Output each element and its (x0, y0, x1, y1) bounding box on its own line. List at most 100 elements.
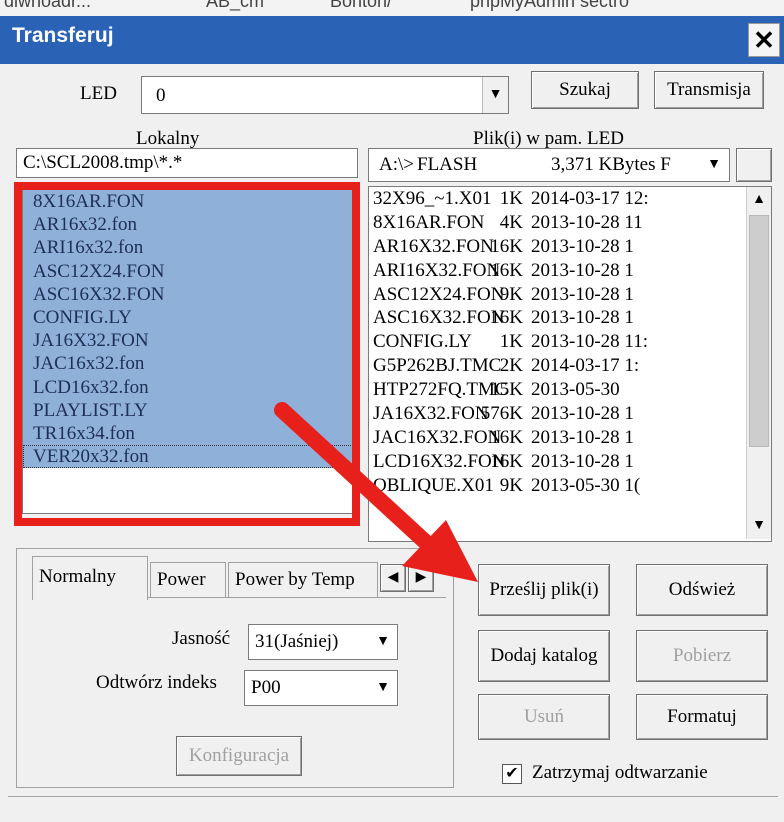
file-date: 2013-10-28 1 (531, 235, 634, 257)
local-heading: Lokalny (136, 128, 200, 149)
close-button[interactable]: ✕ (748, 23, 780, 57)
led-list-scrollbar[interactable]: ▲ ▼ (746, 187, 771, 539)
file-name: G5P262BJ.TMC (373, 355, 502, 377)
table-row[interactable]: JAC16X32.FON 16K 2013-10-28 1 (369, 426, 771, 450)
file-name: ASC16X32.FON (373, 307, 505, 329)
table-row[interactable]: ASC12X24.FON 9K 2013-10-28 1 (369, 283, 771, 307)
file-date: 2013-10-28 1 (531, 307, 634, 329)
table-row[interactable]: G5P262BJ.TMC 2K 2014-03-17 1: (369, 354, 771, 378)
stop-playback-checkbox[interactable]: ✔ (502, 764, 522, 784)
led-select[interactable]: 0 (141, 76, 509, 114)
file-size: 576K (480, 403, 523, 425)
file-date: 2013-05-30 (531, 379, 620, 401)
file-date: 2013-05-30 1( (531, 474, 641, 496)
file-name: 8X16AR.FON (373, 211, 485, 233)
file-name: HTP272FQ.TMC (373, 379, 508, 401)
file-size: 9K (499, 474, 523, 496)
file-date: 2014-03-17 1: (531, 355, 640, 377)
table-row[interactable]: HTP272FQ.TMC 15K 2013-05-30 (369, 378, 771, 402)
tab-power-by-temp[interactable]: Power by Temp (228, 562, 378, 598)
file-size: 16K (490, 235, 523, 257)
led-dropdown-arrow-icon[interactable]: ▼ (482, 77, 508, 113)
status-bar (8, 796, 778, 816)
browse-button[interactable] (736, 148, 772, 182)
table-row[interactable]: AR16X32.FON 16K 2013-10-28 1 (369, 235, 771, 259)
download-button[interactable]: Pobierz (636, 630, 768, 682)
brightness-value: 31(Jaśniej) (255, 631, 339, 652)
file-size: 15K (490, 379, 523, 401)
brightness-dropdown-arrow-icon[interactable]: ▼ (370, 626, 396, 658)
file-size: 9K (499, 283, 523, 305)
transmit-button[interactable]: Transmisja (654, 71, 764, 109)
file-name: JA16X32.FON (373, 403, 489, 425)
title-bar (0, 16, 784, 64)
file-name: ASC12X24.FON (373, 283, 505, 305)
stop-playback-label: Zatrzymaj odtwarzanie (532, 762, 708, 783)
led-label: LED (80, 83, 117, 104)
file-size: 4K (499, 211, 523, 233)
file-name: CONFIG.LY (373, 331, 472, 353)
play-index-label: Odtwórz indeks (96, 672, 217, 693)
file-size: 16K (490, 450, 523, 472)
file-name: LCD16X32.FON (373, 450, 506, 472)
file-date: 2013-10-28 11 (531, 211, 643, 233)
format-button[interactable]: Formatuj (636, 694, 768, 740)
background-window-strip: dlwnoadr... AB_cm Bonton/ phpMyAdmin sec… (0, 0, 784, 16)
file-date: 2014-03-17 12: (531, 188, 649, 209)
table-row[interactable]: LCD16X32.FON 16K 2013-10-28 1 (369, 450, 771, 474)
file-date: 2013-10-28 11: (531, 331, 648, 353)
table-row[interactable]: JA16X32.FON 576K 2013-10-28 1 (369, 402, 771, 426)
tab-power[interactable]: Power (150, 562, 226, 598)
file-date: 2013-10-28 1 (531, 283, 634, 305)
file-date: 2013-10-28 1 (531, 259, 634, 281)
scroll-thumb[interactable] (749, 215, 769, 447)
file-date: 2013-10-28 1 (531, 403, 634, 425)
table-row[interactable]: 32X96_~1.X01 1K 2014-03-17 12: (369, 187, 771, 211)
file-name: OBLIQUE.X01 (373, 474, 494, 496)
drive-label: A:\> (379, 154, 414, 175)
drive-dropdown-arrow-icon[interactable]: ▼ (700, 150, 728, 180)
bg-item-4: phpMyAdmin sectro (470, 0, 630, 11)
file-name: 32X96_~1.X01 (373, 188, 492, 209)
file-date: 2013-10-28 1 (531, 426, 634, 448)
local-path-field[interactable]: C:\SCL2008.tmp\*.* (16, 148, 358, 178)
refresh-button[interactable]: Odśwież (636, 564, 768, 616)
delete-button[interactable]: Usuń (478, 694, 610, 740)
add-directory-button[interactable]: Dodaj katalog (478, 630, 610, 682)
file-size: 16K (490, 259, 523, 281)
file-name: AR16X32.FON (373, 235, 494, 257)
drive-select[interactable]: A:\> FLASH 3,371 KBytes F (368, 148, 730, 182)
highlight-box (14, 182, 360, 526)
configuration-button[interactable]: Konfiguracja (176, 736, 302, 776)
storage-label: FLASH (417, 154, 478, 175)
bg-item-3: Bonton/ (330, 0, 393, 11)
table-row[interactable]: ARI16X32.FON 16K 2013-10-28 1 (369, 259, 771, 283)
tab-scroll-left-icon[interactable]: ◀ (380, 564, 406, 592)
file-size: 16K (490, 426, 523, 448)
file-name: ARI16X32.FON (373, 259, 501, 281)
bg-item-1: dlwnoadr... (4, 0, 92, 11)
file-size: 1K (499, 188, 523, 209)
play-index-value: P00 (251, 677, 281, 698)
file-size: 1K (499, 331, 523, 353)
send-files-button[interactable]: Prześlij plik(i) (478, 564, 610, 616)
check-mark-icon: ✔ (505, 765, 519, 782)
table-row[interactable]: OBLIQUE.X01 9K 2013-05-30 1( (369, 474, 771, 498)
search-button[interactable]: Szukaj (531, 71, 639, 109)
free-space-label: 3,371 KBytes F (551, 154, 671, 175)
table-row[interactable]: CONFIG.LY 1K 2013-10-28 11: (369, 330, 771, 354)
file-size: 16K (490, 307, 523, 329)
led-memory-heading: Plik(i) w pam. LED (473, 128, 624, 149)
file-name: JAC16X32.FON (373, 426, 502, 448)
led-file-list[interactable]: 32X96_~1.X01 1K 2014-03-17 12: 8X16AR.FON 4K… (368, 186, 772, 542)
play-index-dropdown-arrow-icon[interactable]: ▼ (370, 672, 396, 704)
file-date: 2013-10-28 1 (531, 450, 634, 472)
tab-normal[interactable]: Normalny (32, 556, 148, 600)
led-select-value: 0 (156, 85, 166, 106)
scroll-up-arrow-icon[interactable]: ▲ (747, 187, 771, 213)
scroll-down-arrow-icon[interactable]: ▼ (747, 513, 771, 539)
bg-item-2: AB_cm (206, 0, 265, 11)
tab-scroll-right-icon[interactable]: ▶ (408, 564, 434, 592)
table-row[interactable]: ASC16X32.FON 16K 2013-10-28 1 (369, 306, 771, 330)
table-row[interactable]: 8X16AR.FON 4K 2013-10-28 11 (369, 211, 771, 235)
